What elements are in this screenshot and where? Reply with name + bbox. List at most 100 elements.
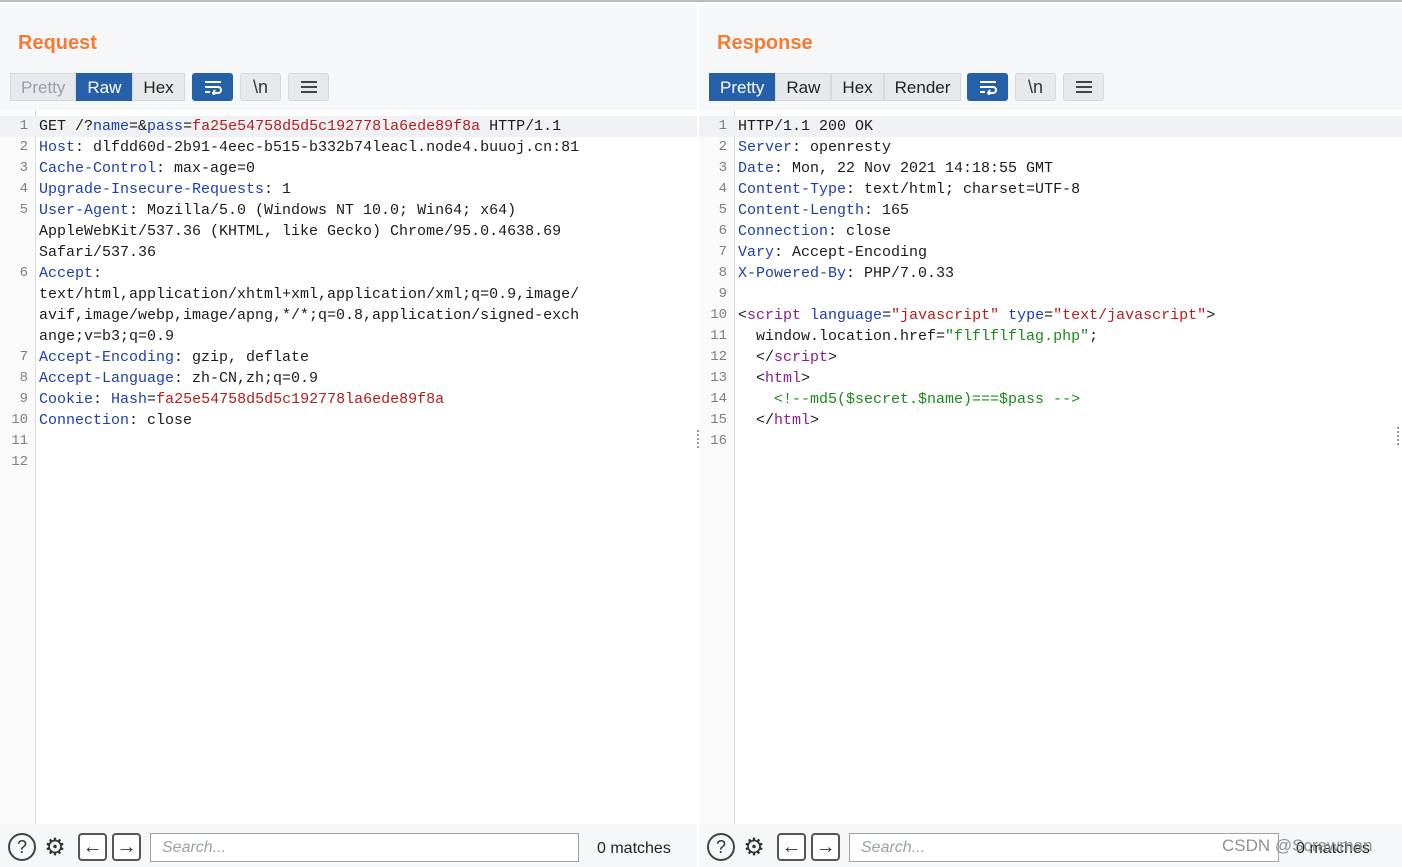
code-token: : PHP/7.0.33 <box>846 265 955 282</box>
line-number: 3 <box>19 160 28 176</box>
arrow-right-icon: → <box>116 835 137 858</box>
code-token: script <box>747 307 802 324</box>
code-token: Content-Length <box>738 202 865 219</box>
code-token: ; <box>1089 328 1099 345</box>
code-token: : zh-CN,zh;q=0.9 <box>174 370 319 387</box>
response-wrap-toggle[interactable] <box>967 73 1008 101</box>
code-token: "text/javascript" <box>1053 307 1207 324</box>
response-tab-raw[interactable]: Raw <box>775 73 832 101</box>
request-code: 1 GET /?name=&pass=fa25e54758d5d5c192778l… <box>0 116 697 473</box>
response-tab-render[interactable]: Render <box>883 73 962 101</box>
code-token: pass <box>147 118 184 135</box>
code-token: : close <box>129 412 193 429</box>
response-view-tabs: Pretty Raw Hex Render <box>709 73 962 101</box>
menu-icon <box>1075 81 1092 93</box>
request-newline-toggle[interactable]: \n <box>240 73 281 101</box>
request-match-count: 0 matches <box>597 840 671 857</box>
line-code: window.location.href="flflflflag.php"; <box>738 326 1098 347</box>
gear-icon[interactable]: ⚙ <box>740 833 768 861</box>
request-line: 5 User-Agent: Mozilla/5.0 (Windows NT 10.… <box>0 200 697 221</box>
code-token: : max-age=0 <box>156 160 256 177</box>
wrap-icon <box>979 81 997 95</box>
line-code: Date: Mon, 22 Nov 2021 14:18:55 GMT <box>738 158 1053 179</box>
code-token: : 165 <box>864 202 910 219</box>
code-token: = <box>183 118 193 135</box>
request-header: Request Pretty Raw Hex \n <box>0 6 697 110</box>
request-tab-pretty[interactable]: Pretty <box>10 73 77 101</box>
response-line: 11 window.location.href="flflflflag.php"… <box>699 326 1402 347</box>
line-number: 4 <box>19 181 28 197</box>
response-menu-button[interactable] <box>1063 73 1104 101</box>
code-token: > <box>1206 307 1216 324</box>
gear-icon[interactable]: ⚙ <box>41 833 69 861</box>
line-number: 15 <box>710 412 727 428</box>
code-token: User-Agent <box>39 202 130 219</box>
line-code: Host: dlfdd60d-2b91-4eec-b515-b332b74lea… <box>39 137 579 158</box>
request-line: 2 Host: dlfdd60d-2b91-4eec-b515-b332b74le… <box>0 137 697 158</box>
request-search-bar: ? ⚙ ← → Search... 0 matches <box>0 824 697 867</box>
line-code: Upgrade-Insecure-Requests: 1 <box>39 179 291 200</box>
code-token: window.location.href= <box>738 328 946 345</box>
response-code: 1 HTTP/1.1 200 OK 2 Server: openresty 3 Date:… <box>699 116 1402 452</box>
code-token: = <box>1044 307 1054 324</box>
code-token: < <box>738 307 748 324</box>
response-search-input[interactable]: Search... <box>849 833 1279 862</box>
code-token: fa25e54758d5d5c192778la6ede89f8a <box>192 118 481 135</box>
line-code: Cache-Control: max-age=0 <box>39 158 255 179</box>
previous-match-button[interactable]: ← <box>78 833 107 861</box>
next-match-button[interactable]: → <box>112 833 141 861</box>
code-token: Accept-Language <box>39 370 175 387</box>
response-line: 10 <script language="javascript" type="te… <box>699 305 1402 326</box>
arrow-left-icon: ← <box>781 835 802 858</box>
response-pane: Response Pretty Raw Hex Render \n 1 HTTP/… <box>699 6 1402 867</box>
request-tab-hex[interactable]: Hex <box>132 73 185 101</box>
help-icon[interactable]: ? <box>707 833 735 861</box>
code-token: name <box>93 118 130 135</box>
request-line: text/html,application/xhtml+xml,applicat… <box>0 284 697 305</box>
code-token: Connection <box>39 412 130 429</box>
request-view-tabs: Pretty Raw Hex <box>10 73 185 101</box>
code-token: : <box>93 391 112 408</box>
request-title: Request <box>18 32 97 54</box>
code-token: Date <box>738 160 775 177</box>
code-token: Hash <box>111 391 148 408</box>
code-token: Vary <box>738 244 775 261</box>
response-tab-pretty[interactable]: Pretty <box>709 73 776 101</box>
response-line: 14 <!--md5($secret.$name)===$pass --> <box>699 389 1402 410</box>
request-wrap-toggle[interactable] <box>192 73 233 101</box>
response-editor[interactable]: 1 HTTP/1.1 200 OK 2 Server: openresty 3 Date:… <box>699 110 1402 824</box>
code-token: : gzip, deflate <box>174 349 310 366</box>
line-code: Server: openresty <box>738 137 891 158</box>
line-code: </script> <box>738 347 837 368</box>
wrap-icon <box>204 81 222 95</box>
request-tab-raw[interactable]: Raw <box>76 73 133 101</box>
watermark: CSDN @Scrawman <box>1222 836 1373 855</box>
request-editor[interactable]: 1 GET /?name=&pass=fa25e54758d5d5c192778l… <box>0 110 697 824</box>
request-menu-button[interactable] <box>288 73 329 101</box>
line-number: 7 <box>718 244 727 260</box>
response-line: 12 </script> <box>699 347 1402 368</box>
code-token: HTTP/1.1 <box>480 118 562 135</box>
code-token: script <box>774 349 829 366</box>
line-code: User-Agent: Mozilla/5.0 (Windows NT 10.0… <box>39 200 516 221</box>
line-number: 8 <box>19 370 28 386</box>
newline-icon: \n <box>252 76 268 97</box>
response-tab-hex[interactable]: Hex <box>831 73 884 101</box>
next-match-button[interactable]: → <box>811 833 840 861</box>
request-line: 7 Accept-Encoding: gzip, deflate <box>0 347 697 368</box>
code-token: : <box>93 265 103 282</box>
line-number: 11 <box>710 328 727 344</box>
code-token: Host <box>39 139 76 156</box>
right-edge-handle[interactable] <box>1397 427 1399 445</box>
line-number: 4 <box>718 181 727 197</box>
help-icon[interactable]: ? <box>8 833 36 861</box>
response-line: 3 Date: Mon, 22 Nov 2021 14:18:55 GMT <box>699 158 1402 179</box>
code-token: ange;v=b3;q=0.9 <box>39 328 175 345</box>
code-token: text/html,application/xhtml+xml,applicat… <box>39 286 580 303</box>
previous-match-button[interactable]: ← <box>777 833 806 861</box>
request-search-input[interactable]: Search... <box>150 833 579 862</box>
response-newline-toggle[interactable]: \n <box>1015 73 1056 101</box>
line-number: 2 <box>19 139 28 155</box>
